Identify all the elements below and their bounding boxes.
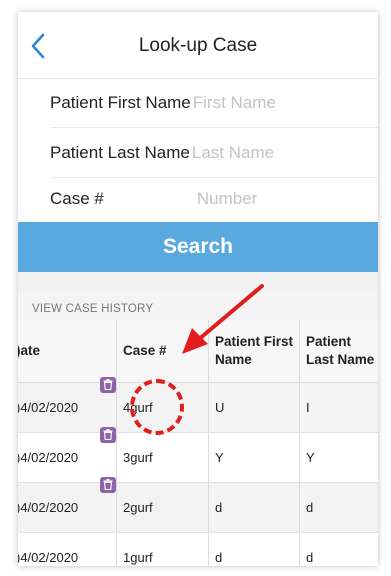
row-date: )4/02/2020 <box>18 533 117 566</box>
row-first-name: d <box>209 483 300 532</box>
annotation-highlight-circle <box>130 379 184 435</box>
table-row[interactable]: )4/02/2020 3gurf Y Y <box>18 427 378 483</box>
case-number-label: Case # <box>50 188 104 208</box>
row-case-number: 3gurf <box>117 433 209 482</box>
annotation-arrow-icon <box>182 284 264 354</box>
table-row[interactable]: )4/02/2020 4gurf U I <box>18 377 378 433</box>
last-name-row: Patient Last Name <box>50 128 378 178</box>
case-number-row: Case # <box>50 174 378 223</box>
page-title: Look-up Case <box>138 35 258 56</box>
row-last-name: I <box>306 400 310 415</box>
row-last-name: d <box>306 500 314 515</box>
delete-case-button[interactable] <box>100 477 116 493</box>
table-row[interactable]: )4/02/2020 2gurf d d <box>18 477 378 533</box>
trash-icon <box>103 379 113 390</box>
row-case-number: 2gurf <box>117 483 209 532</box>
row-first-name: d <box>209 533 300 566</box>
row-last-name: d <box>306 550 314 565</box>
trash-icon <box>103 429 113 440</box>
trash-icon <box>103 479 113 490</box>
row-first-name: U <box>209 383 300 432</box>
last-name-input[interactable] <box>191 142 332 163</box>
nav-bar: Look-up Case <box>18 12 378 79</box>
first-name-label: Patient First Name <box>50 92 191 112</box>
phone-screen: Look-up Case Patient First Name Patient … <box>18 12 378 566</box>
row-first-name: Y <box>209 433 300 482</box>
row-last-name: Y <box>306 450 315 465</box>
first-name-row: Patient First Name <box>50 78 378 128</box>
table-row[interactable]: )4/02/2020 1gurf d d <box>18 533 378 566</box>
delete-case-button[interactable] <box>100 427 116 443</box>
delete-case-button[interactable] <box>100 377 116 393</box>
search-button[interactable]: Search <box>18 222 378 272</box>
row-case-number: 1gurf <box>117 533 209 566</box>
last-name-label: Patient Last Name <box>50 142 190 162</box>
case-number-input[interactable] <box>196 188 317 209</box>
header-patient-last-name[interactable]: Patient Last Name <box>300 320 378 382</box>
first-name-input[interactable] <box>192 92 333 113</box>
header-date[interactable]: )ate <box>18 320 117 382</box>
